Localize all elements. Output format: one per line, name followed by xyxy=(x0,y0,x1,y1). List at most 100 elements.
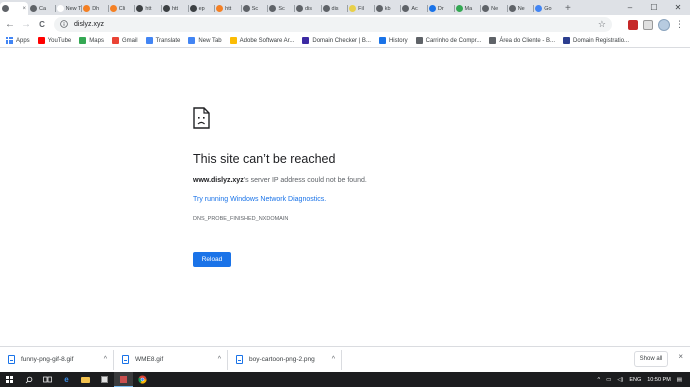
language-indicator[interactable]: ENG xyxy=(629,377,641,383)
chevron-up-icon[interactable]: ^ xyxy=(218,356,221,363)
bookmark-label: Carrinho de Compr... xyxy=(425,37,482,44)
bookmark-item[interactable]: Maps xyxy=(79,37,104,44)
address-bar[interactable]: dislyz.xyz ☆ xyxy=(54,17,612,32)
browser-tab[interactable]: Cli xyxy=(107,2,135,15)
menu-kebab-icon[interactable]: ⋮ xyxy=(675,19,684,30)
network-diagnostics-link[interactable]: Try running Windows Network Diagnostics. xyxy=(193,196,326,203)
bookmark-item[interactable]: Apps xyxy=(6,37,30,44)
download-item[interactable]: WME8.gif ^ xyxy=(114,349,228,370)
bookmark-item[interactable]: YouTube xyxy=(37,37,71,44)
extension-icon[interactable] xyxy=(643,19,653,30)
reload-button[interactable]: C xyxy=(34,17,50,33)
tab-close-icon[interactable]: × xyxy=(22,6,26,12)
search-icon[interactable] xyxy=(19,372,38,387)
forward-button[interactable]: → xyxy=(18,17,34,33)
chevron-up-icon[interactable]: ^ xyxy=(332,356,335,363)
back-arrow-icon: ← xyxy=(5,19,15,30)
tab-favicon-icon xyxy=(482,5,490,12)
close-shelf-icon[interactable]: × xyxy=(678,352,683,361)
maximize-button[interactable]: ☐ xyxy=(642,0,666,15)
browser-tab[interactable]: Ma xyxy=(453,2,481,15)
browser-tab[interactable]: Ne xyxy=(480,2,507,15)
bookmark-label: Gmail xyxy=(121,37,138,44)
error-page: This site can’t be reached www.dislyz.xy… xyxy=(0,49,690,346)
bookmark-item[interactable]: Área do Cliente - B... xyxy=(489,37,555,44)
reload-icon: C xyxy=(39,20,45,29)
bookmark-item[interactable]: Carrinho de Compr... xyxy=(415,37,482,44)
file-icon xyxy=(122,355,129,364)
browser-tab[interactable]: htt xyxy=(160,2,188,15)
browser-tab[interactable]: × xyxy=(0,2,28,15)
bookmark-item[interactable]: History xyxy=(378,37,408,44)
network-icon[interactable]: ▭ xyxy=(606,377,611,383)
minimize-button[interactable]: – xyxy=(618,0,642,15)
domain-icon xyxy=(563,37,571,44)
reload-page-button[interactable]: Reload xyxy=(193,252,231,267)
show-all-downloads-button[interactable]: Show all xyxy=(634,351,668,367)
browser-tab[interactable]: Ca xyxy=(28,2,55,15)
tab-favicon-icon xyxy=(216,5,224,12)
browser-tab[interactable]: Ne xyxy=(506,2,534,15)
toolbar-right: ⋮ xyxy=(628,15,690,34)
tab-favicon-icon xyxy=(269,5,277,12)
bookmark-star-icon[interactable]: ☆ xyxy=(598,19,606,30)
bookmark-item[interactable]: Domain Registratio... xyxy=(563,37,629,44)
bookmark-item[interactable]: Translate xyxy=(145,37,180,44)
browser-tab[interactable]: Sc xyxy=(240,2,268,15)
store-icon[interactable] xyxy=(95,372,114,387)
clock[interactable]: 10:50 PM xyxy=(647,377,671,383)
info-icon[interactable] xyxy=(60,19,68,30)
bookmark-icon xyxy=(415,37,423,44)
browser-tab[interactable]: htt xyxy=(214,2,241,15)
tab-label: Sc xyxy=(278,5,285,12)
browser-tab[interactable]: New T xyxy=(54,2,81,15)
browser-tab[interactable]: Sc xyxy=(267,2,294,15)
tray-chevron-icon[interactable]: ^ xyxy=(597,377,600,383)
browser-tab[interactable]: ep xyxy=(187,2,215,15)
extension-icon[interactable] xyxy=(628,19,638,30)
browser-tab[interactable]: dis xyxy=(293,2,321,15)
browser-tab[interactable]: Fil xyxy=(347,2,374,15)
task-view-icon[interactable] xyxy=(38,372,57,387)
chevron-up-icon[interactable]: ^ xyxy=(104,356,107,363)
notifications-icon[interactable]: ▤ xyxy=(677,377,682,383)
edge-icon[interactable]: e xyxy=(57,372,76,387)
browser-tab[interactable]: Dh xyxy=(81,2,108,15)
tab-favicon-icon xyxy=(242,5,250,12)
profile-avatar[interactable] xyxy=(658,18,670,31)
photos-icon[interactable] xyxy=(114,372,133,387)
tab-favicon-icon xyxy=(136,5,144,12)
bookmark-label: Maps xyxy=(89,37,104,44)
tab-favicon-icon xyxy=(349,5,357,12)
file-explorer-icon[interactable] xyxy=(76,372,95,387)
browser-tab[interactable]: dis xyxy=(320,2,348,15)
browser-tab[interactable]: Go xyxy=(533,2,560,15)
tab-favicon-icon xyxy=(189,5,197,12)
namecheap-icon xyxy=(302,37,310,44)
tab-label: Go xyxy=(544,5,552,12)
bookmark-item[interactable]: Domain Checker | B... xyxy=(302,37,371,44)
bookmark-label: Adobe Software Ar... xyxy=(239,37,295,44)
bookmark-item[interactable]: Adobe Software Ar... xyxy=(229,37,295,44)
tab-label: Ne xyxy=(517,5,525,12)
back-button[interactable]: ← xyxy=(2,17,18,33)
browser-tab[interactable]: Ac xyxy=(400,2,427,15)
tab-label: Sc xyxy=(251,5,259,12)
download-item[interactable]: boy-cartoon-png-2.png ^ xyxy=(228,349,342,370)
file-icon xyxy=(236,355,243,364)
download-item[interactable]: funny-png-gif-8.gif ^ xyxy=(0,349,114,370)
tab-favicon-icon xyxy=(375,5,383,12)
windows-start-icon[interactable] xyxy=(0,372,19,387)
volume-icon[interactable]: ◁) xyxy=(617,377,623,383)
tab-label: htt xyxy=(145,5,152,12)
tab-favicon-icon xyxy=(535,5,543,12)
new-tab-button[interactable]: + xyxy=(560,2,576,15)
bookmark-label: Domain Registratio... xyxy=(573,37,630,44)
chrome-icon[interactable] xyxy=(133,372,152,387)
browser-tab[interactable]: kb xyxy=(373,2,401,15)
browser-tab[interactable]: Dr xyxy=(426,2,454,15)
bookmark-item[interactable]: Gmail xyxy=(111,37,138,44)
browser-tab[interactable]: htt xyxy=(134,2,161,15)
bookmark-item[interactable]: New Tab xyxy=(188,37,222,44)
close-window-button[interactable]: ✕ xyxy=(666,0,690,15)
